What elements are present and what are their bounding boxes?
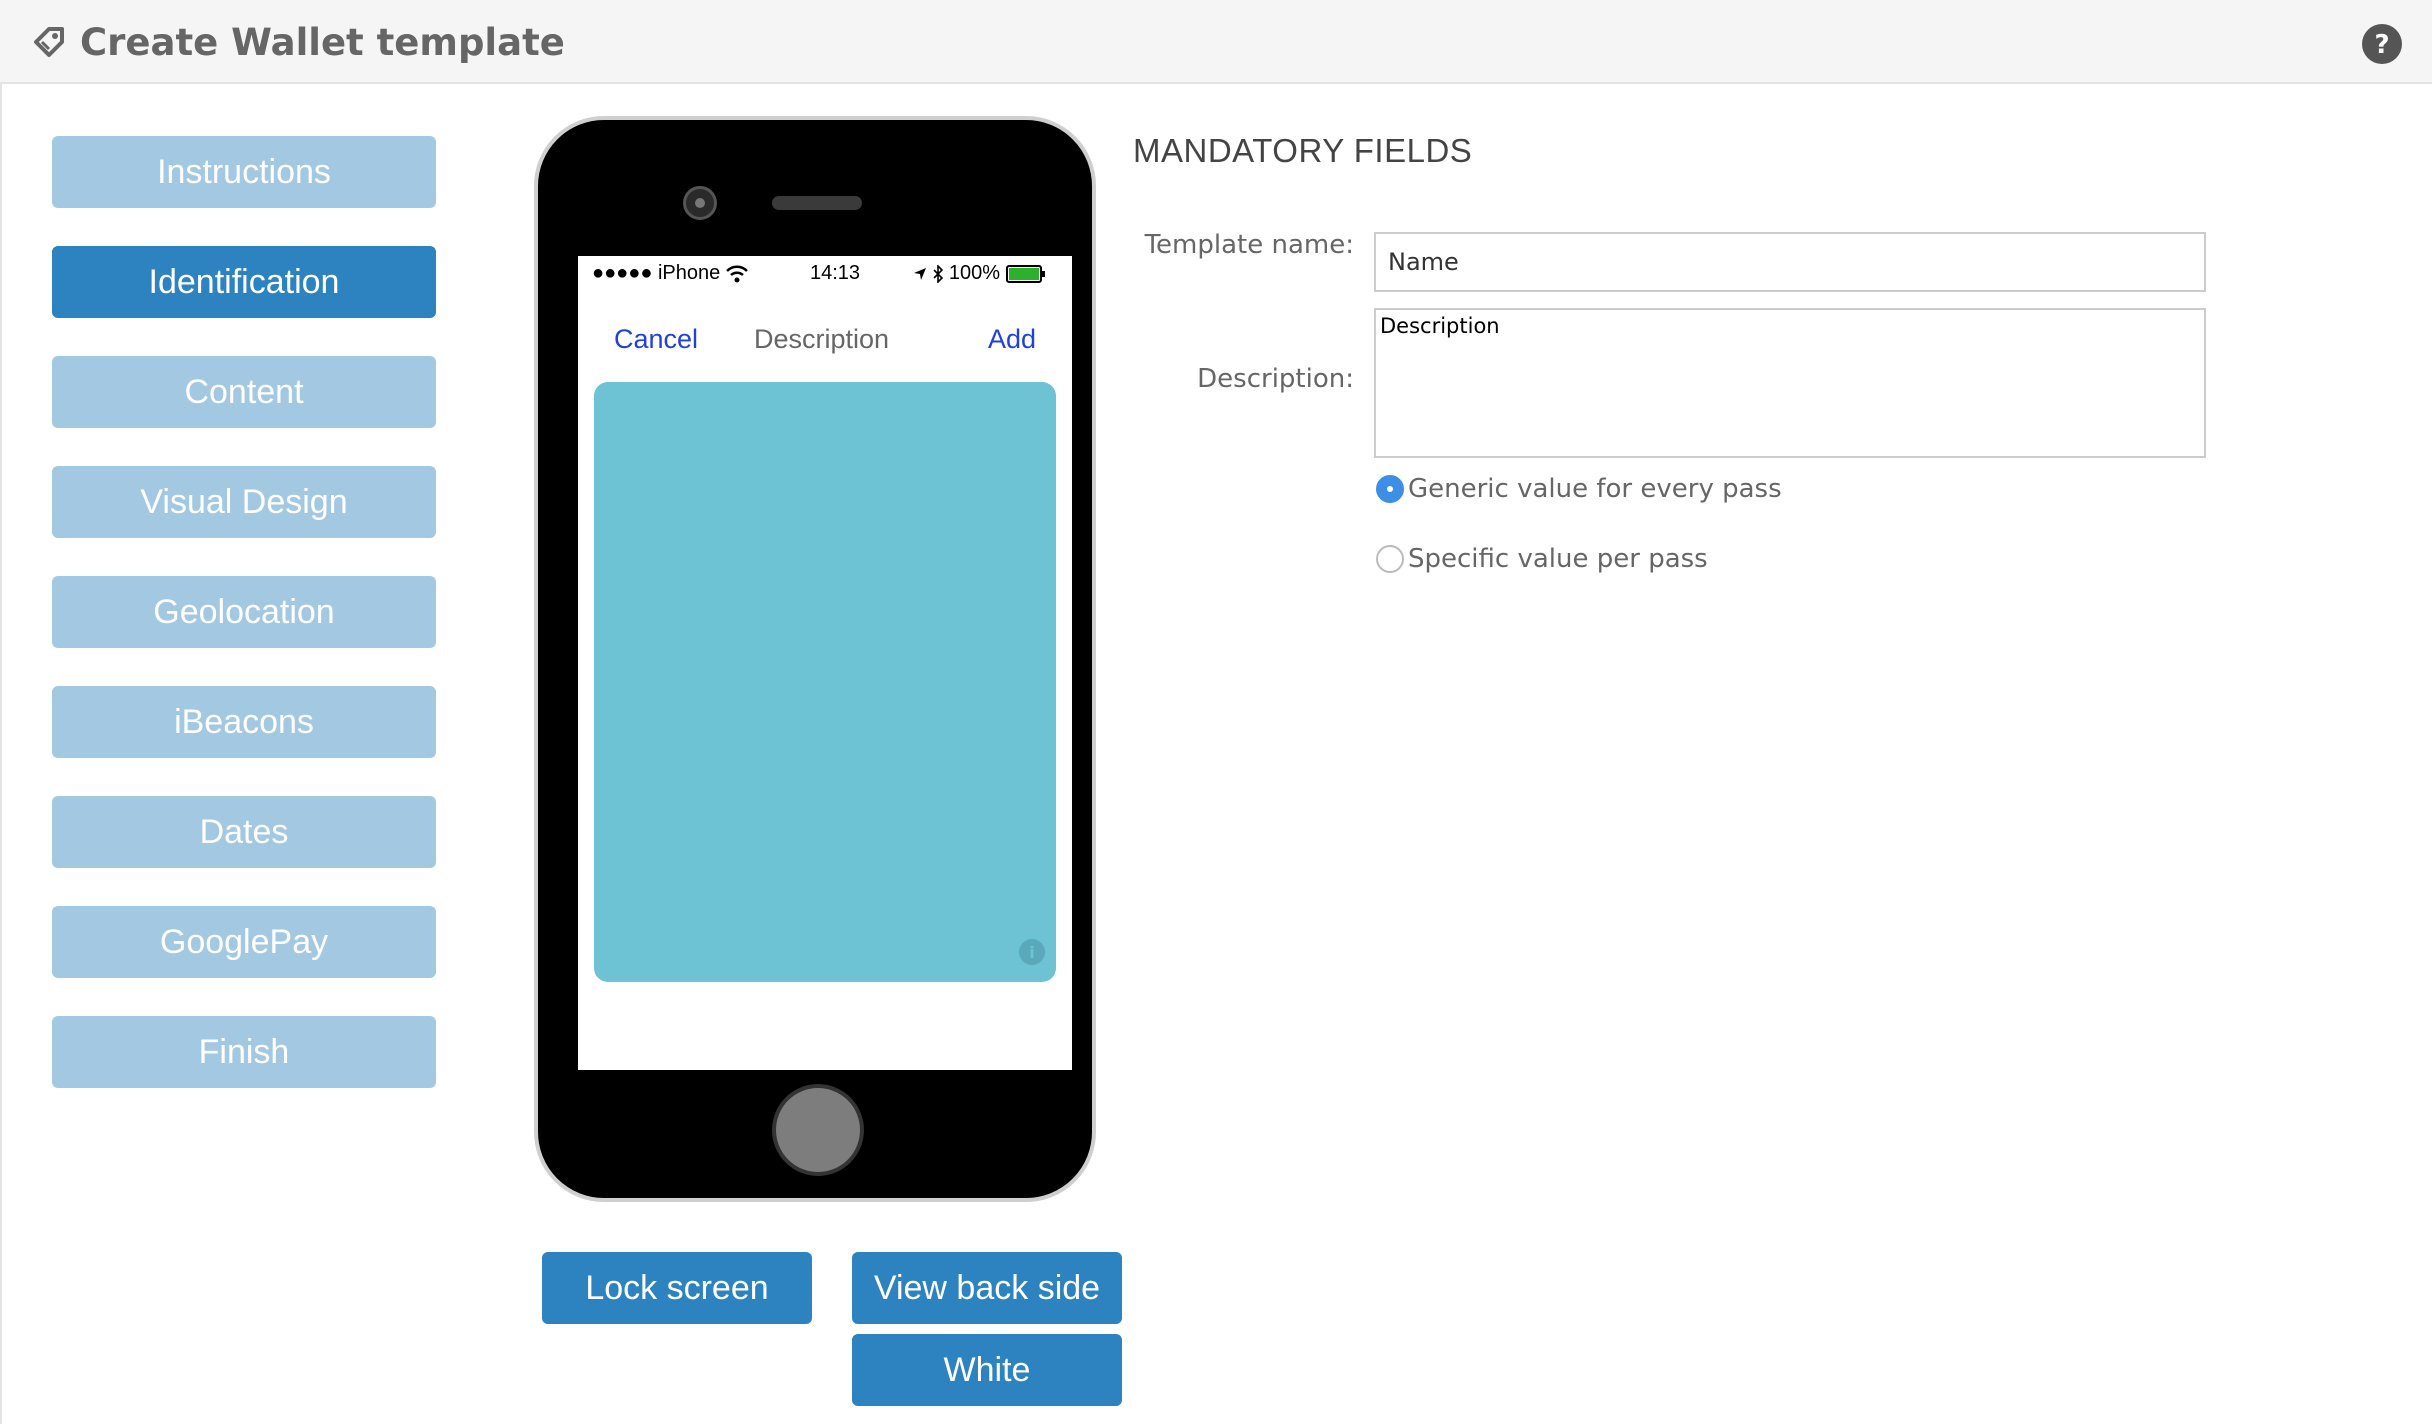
sidebar-item-identification[interactable]: Identification (52, 246, 436, 318)
battery-icon (1006, 264, 1045, 283)
sidebar-item-ibeacons[interactable]: iBeacons (52, 686, 436, 758)
sidebar-item-geolocation[interactable]: Geolocation (52, 576, 436, 648)
description-label: Description: (1197, 364, 1354, 394)
svg-text:?: ? (2374, 30, 2389, 60)
status-bar: ●●●●● iPhone 14:13 100% (578, 256, 1072, 298)
radio-generic[interactable] (1376, 475, 1404, 503)
page-title: Create Wallet template (32, 16, 565, 68)
sidebar-item-instructions[interactable]: Instructions (52, 136, 436, 208)
page-title-text: Create Wallet template (80, 20, 565, 64)
sidebar-item-googlepay[interactable]: GooglePay (52, 906, 436, 978)
sidebar-item-dates[interactable]: Dates (52, 796, 436, 868)
home-button[interactable] (772, 1084, 864, 1176)
camera-icon (683, 186, 717, 220)
bluetooth-icon (933, 264, 943, 283)
sidebar-item-finish[interactable]: Finish (52, 1016, 436, 1088)
template-name-field[interactable] (1374, 232, 2206, 292)
status-bar-left: ●●●●● iPhone (592, 262, 749, 285)
phone-nav-bar: Cancel Description Add (578, 316, 1072, 366)
page-header: Create Wallet template ? (0, 0, 2432, 84)
info-icon[interactable]: i (1018, 938, 1046, 966)
sidebar-item-visual-design[interactable]: Visual Design (52, 466, 436, 538)
section-title: MANDATORY FIELDS (1133, 132, 1473, 169)
radio-specific-label: Specific value per pass (1408, 544, 1708, 574)
location-arrow-icon (913, 267, 926, 280)
carrier-label: ●●●●● iPhone (592, 262, 721, 284)
page-frame (0, 84, 2, 1424)
phone-add-link[interactable]: Add (988, 324, 1036, 355)
radio-specific[interactable] (1376, 545, 1404, 573)
tag-icon (34, 27, 64, 57)
help-icon[interactable]: ? (2362, 24, 2402, 64)
phone-preview: ●●●●● iPhone 14:13 100% Cancel Descripti… (534, 116, 1096, 1202)
status-time: 14:13 (810, 262, 861, 284)
sidebar-item-content[interactable]: Content (52, 356, 436, 428)
status-bar-right: 100% (913, 262, 1045, 285)
phone-cancel-link[interactable]: Cancel (614, 324, 698, 355)
white-theme-button[interactable]: White (852, 1334, 1122, 1406)
template-name-label: Template name: (1144, 230, 1354, 260)
radio-generic-label: Generic value for every pass (1408, 474, 1782, 504)
wifi-icon (726, 265, 749, 282)
lock-screen-button[interactable]: Lock screen (542, 1252, 812, 1324)
description-field[interactable]: Description (1374, 308, 2206, 458)
phone-screen: ●●●●● iPhone 14:13 100% Cancel Descripti… (578, 256, 1072, 1070)
radio-generic-option[interactable]: Generic value for every pass (1376, 474, 1782, 504)
phone-nav-title: Description (754, 324, 890, 354)
radio-specific-option[interactable]: Specific value per pass (1376, 544, 1708, 574)
view-back-side-button[interactable]: View back side (852, 1252, 1122, 1324)
pass-card-preview: i (594, 382, 1056, 982)
svg-text:i: i (1029, 943, 1034, 962)
battery-percent: 100% (948, 262, 1000, 284)
speaker-grille (772, 196, 862, 210)
